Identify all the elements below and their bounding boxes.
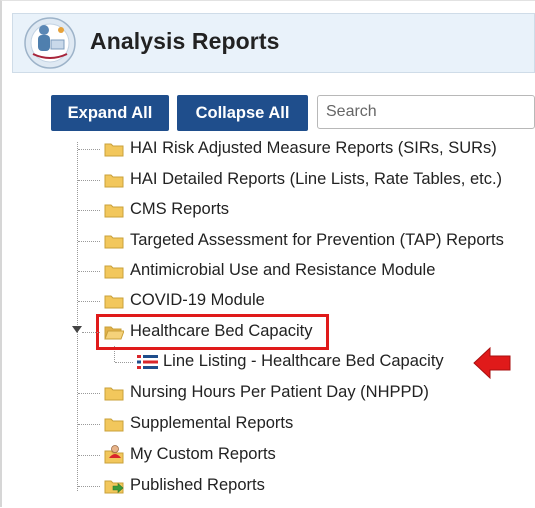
collapse-all-button[interactable]: Collapse All [177,95,308,131]
tree-item-label: Antimicrobial Use and Resistance Module [130,261,436,279]
custom-reports-folder-icon [104,445,124,464]
published-reports-folder-icon [104,480,124,494]
tree-item-label: Line Listing - Healthcare Bed Capacity [163,352,444,370]
expand-all-button[interactable]: Expand All [51,95,169,131]
tree-item-label: COVID-19 Module [130,291,265,309]
tree-item-label: HAI Detailed Reports (Line Lists, Rate T… [130,170,503,188]
tree-connector [78,393,100,394]
folder-icon [104,204,124,218]
tree-connector [78,180,100,181]
folder-icon [104,265,124,279]
tree-item-label: Healthcare Bed Capacity [130,322,313,340]
tree-connector [78,271,100,272]
tree-connector [78,424,100,425]
tree-item-label: HAI Risk Adjusted Measure Reports (SIRs,… [130,139,497,157]
tree-item-label: Targeted Assessment for Prevention (TAP)… [130,231,504,249]
tree-item-label: Published Reports [130,476,265,494]
tree-item-label: Nursing Hours Per Patient Day (NHPPD) [130,383,429,401]
expanded-toggle-icon[interactable] [72,326,82,333]
line-list-report-icon [137,355,158,369]
tree-connector [78,486,100,487]
folder-icon [104,235,124,249]
tree-connector [78,149,100,150]
tree-item-label: CMS Reports [130,200,230,218]
folder-open-icon [104,326,124,340]
tree-connector [78,241,100,242]
analysis-reports-logo [24,17,76,69]
tree-connector [82,332,100,333]
folder-icon [104,174,124,188]
search-input[interactable] [317,95,535,129]
folder-icon [104,387,124,401]
page-header: Analysis Reports [12,13,535,73]
tree-connector-line [77,142,78,491]
tree-connector [78,455,100,456]
folder-icon [104,418,124,432]
tree-item-label: My Custom Reports [130,445,276,463]
folder-icon [104,295,124,309]
page-title: Analysis Reports [90,28,280,54]
tree-connector [78,301,100,302]
tree-item-label: Supplemental Reports [130,414,294,432]
pointer-arrow-icon [473,346,511,380]
folder-icon [104,143,124,157]
tree-connector [78,210,100,211]
tree-connector [115,362,133,363]
